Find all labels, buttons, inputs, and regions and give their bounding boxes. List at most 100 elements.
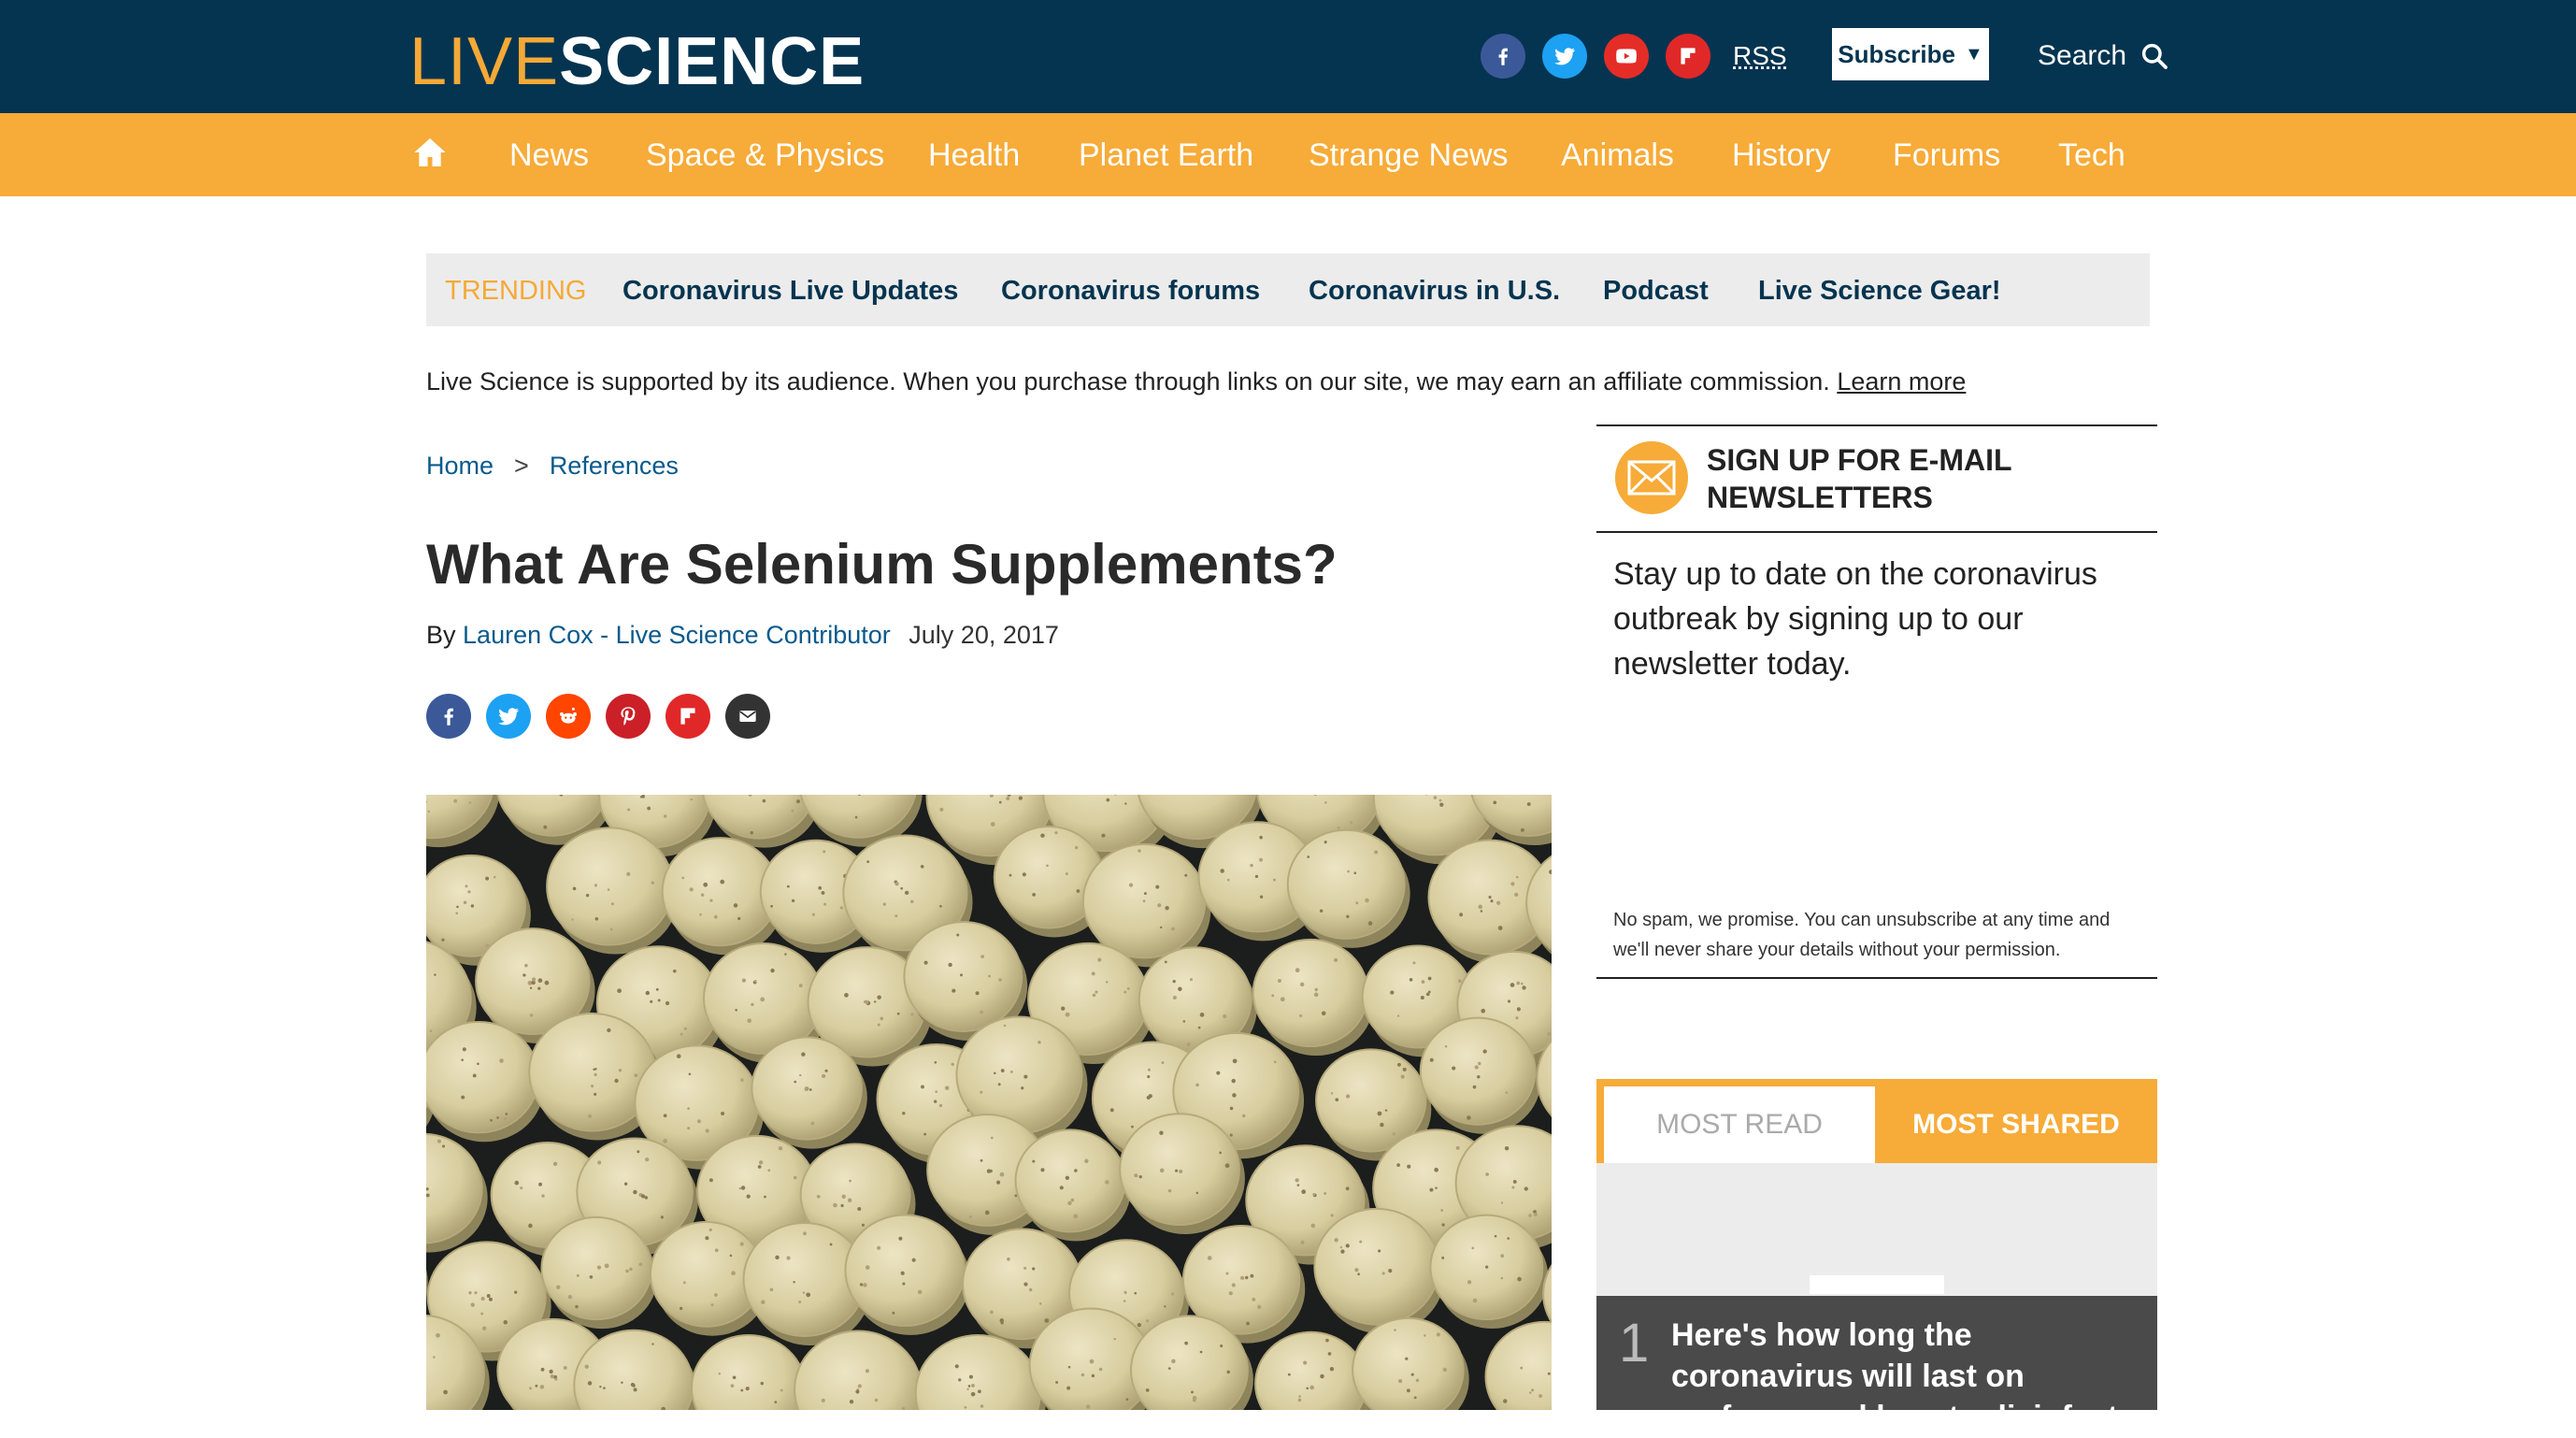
- pill-speckle: [934, 1100, 937, 1102]
- pill-speckle: [966, 1388, 968, 1390]
- pill-speckle: [1288, 1373, 1291, 1376]
- author-link[interactable]: Lauren Cox - Live Science Contributor: [463, 621, 891, 649]
- pill-speckle: [1178, 987, 1182, 992]
- trending-item[interactable]: Live Science Gear!: [1758, 274, 2001, 308]
- pill-speckle: [901, 1272, 905, 1275]
- twitter-icon[interactable]: [1542, 34, 1587, 79]
- facebook-icon[interactable]: [426, 694, 471, 739]
- pill-speckle: [956, 934, 959, 937]
- pill-speckle: [1520, 1367, 1523, 1370]
- pill-speckle: [1503, 1399, 1507, 1402]
- pill-speckle: [1506, 1091, 1509, 1094]
- pill-speckle: [597, 1160, 601, 1164]
- search-icon: [2140, 41, 2169, 71]
- pill-speckle: [812, 913, 815, 916]
- learn-more-link[interactable]: Learn more: [1837, 367, 1966, 395]
- pill-speckle: [794, 1176, 797, 1180]
- subscribe-button[interactable]: Subscribe ▼: [1832, 28, 1989, 80]
- pill-speckle: [529, 1387, 532, 1389]
- pill-speckle: [1090, 1359, 1095, 1364]
- pill-speckle: [1123, 1300, 1126, 1302]
- pill-speckle: [683, 1281, 686, 1284]
- pill-speckle: [1073, 1214, 1078, 1218]
- pill-speckle: [1183, 1020, 1186, 1023]
- home-icon[interactable]: [411, 134, 449, 171]
- pill-speckle: [740, 1389, 743, 1392]
- pill-speckle: [443, 1390, 448, 1395]
- pill-tablet: [1314, 1209, 1438, 1325]
- pill-speckle: [1301, 1189, 1306, 1194]
- nav-item-planet-earth[interactable]: Planet Earth: [1079, 136, 1253, 175]
- pill-speckle: [1405, 1358, 1408, 1360]
- pill-speckle: [900, 887, 903, 890]
- search-button[interactable]: Search: [2038, 37, 2169, 75]
- pill-speckle: [751, 1003, 753, 1006]
- pill-speckle: [976, 991, 980, 995]
- pill-speckle: [987, 1169, 991, 1172]
- pill-speckle: [1471, 1246, 1474, 1249]
- flipboard-icon[interactable]: [1666, 34, 1710, 79]
- pill-speckle: [697, 1119, 701, 1123]
- pill-speckle: [540, 1385, 545, 1389]
- pill-speckle: [1307, 856, 1309, 858]
- nav-item-tech[interactable]: Tech: [2058, 136, 2125, 175]
- pill-speckle: [1066, 1013, 1070, 1017]
- page-title: What Are Selenium Supplements?: [426, 531, 1338, 598]
- pill-speckle: [1246, 1322, 1250, 1326]
- tab-most-read[interactable]: MOST READ: [1604, 1086, 1875, 1163]
- facebook-icon[interactable]: [1481, 34, 1525, 79]
- pill-speckle: [689, 1072, 692, 1075]
- pill-speckle: [793, 1281, 794, 1283]
- nav-item-strange-news[interactable]: Strange News: [1309, 136, 1509, 175]
- pill-speckle: [608, 888, 610, 891]
- pill-speckle: [968, 1385, 971, 1388]
- pill-speckle: [809, 1088, 812, 1091]
- pill-speckle: [1388, 1269, 1392, 1273]
- trending-item[interactable]: Coronavirus forums: [1001, 274, 1260, 308]
- pill-speckle: [1023, 1267, 1026, 1270]
- site-logo[interactable]: LIVESCIENCE: [409, 26, 865, 97]
- breadcrumb-home[interactable]: Home: [426, 452, 494, 480]
- youtube-icon[interactable]: [1604, 34, 1649, 79]
- rss-link[interactable]: RSS: [1733, 37, 1787, 75]
- trending-item[interactable]: Podcast: [1603, 274, 1709, 308]
- nav-item-history[interactable]: History: [1732, 136, 1831, 175]
- trending-item[interactable]: Coronavirus in U.S.: [1309, 274, 1560, 308]
- pill-speckle: [998, 1083, 1001, 1086]
- pill-speckle: [524, 964, 528, 968]
- pill-speckle: [1315, 988, 1318, 991]
- pinterest-icon[interactable]: [606, 694, 651, 739]
- pill-speckle: [1184, 1342, 1188, 1345]
- pill-speckle: [461, 1096, 465, 1100]
- nav-item-news[interactable]: News: [509, 136, 589, 175]
- pill-speckle: [1134, 1173, 1138, 1177]
- twitter-icon[interactable]: [486, 694, 531, 739]
- pill-speckle: [1040, 1168, 1044, 1172]
- nav-item-animals[interactable]: Animals: [1561, 136, 1674, 175]
- pill-speckle: [1146, 1319, 1149, 1322]
- pill-speckle: [714, 915, 718, 919]
- flipboard-icon[interactable]: [665, 694, 710, 739]
- tab-most-shared[interactable]: MOST SHARED: [1875, 1086, 2157, 1163]
- pill-speckle: [1346, 1094, 1350, 1098]
- pill-speckle: [543, 826, 547, 829]
- pill-speckle: [597, 1266, 601, 1270]
- pill-speckle: [1092, 971, 1095, 975]
- pill-speckle: [1259, 836, 1263, 840]
- pill-speckle: [619, 1069, 622, 1071]
- pill-speckle: [747, 1194, 751, 1198]
- pill-speckle: [571, 918, 573, 920]
- trending-item[interactable]: Coronavirus Live Updates: [623, 274, 958, 308]
- list-item[interactable]: 1 Here's how long the coronavirus will l…: [1596, 1296, 2157, 1410]
- pill-speckle: [1340, 1246, 1342, 1248]
- nav-item-space-physics[interactable]: Space & Physics: [646, 136, 884, 175]
- email-icon[interactable]: [725, 694, 770, 739]
- pill-speckle: [474, 1291, 477, 1294]
- pill-speckle: [467, 890, 470, 893]
- pill-speckle: [980, 955, 984, 958]
- reddit-icon[interactable]: [546, 694, 591, 739]
- pill-speckle: [1010, 1071, 1013, 1073]
- nav-item-forums[interactable]: Forums: [1893, 136, 2000, 175]
- breadcrumb-references[interactable]: References: [550, 452, 679, 480]
- nav-item-health[interactable]: Health: [928, 136, 1020, 175]
